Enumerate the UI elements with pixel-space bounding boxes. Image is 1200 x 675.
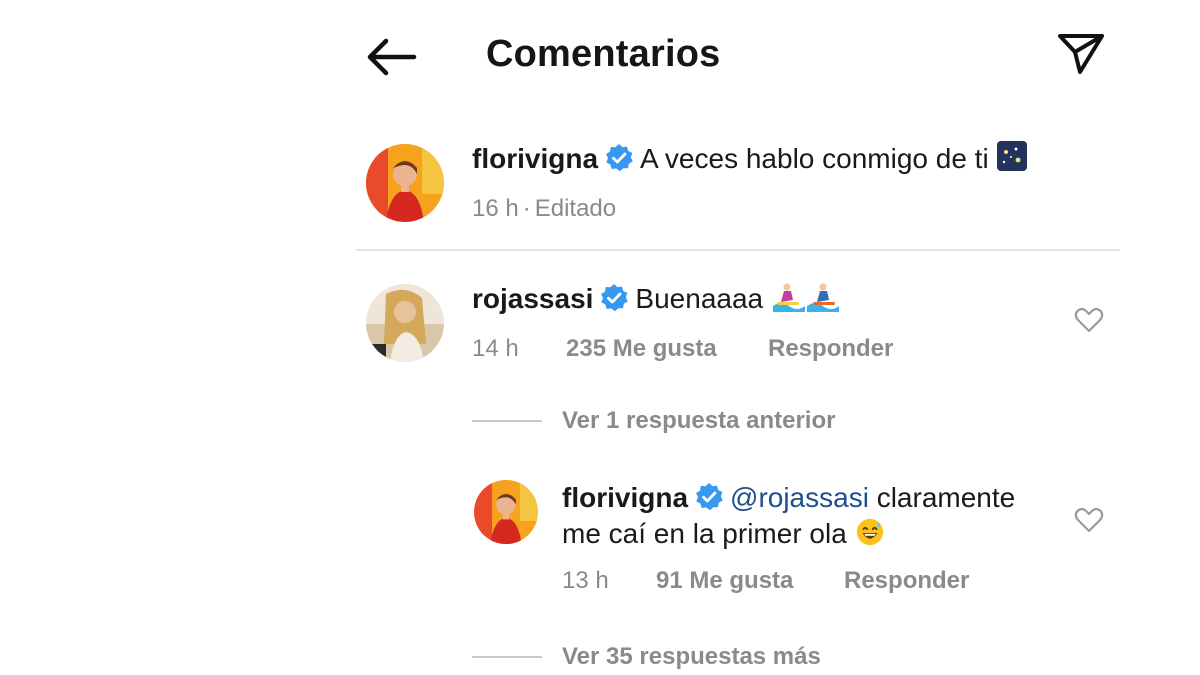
profile-photo <box>366 284 444 362</box>
username[interactable]: florivigna <box>472 143 598 174</box>
reply-button[interactable]: Responder <box>844 566 969 596</box>
paper-plane-icon <box>1058 34 1104 74</box>
verified-badge-icon <box>606 144 633 172</box>
view-replies-label: Ver 1 respuesta anterior <box>562 407 836 434</box>
edited-label: Editado <box>534 195 617 222</box>
mention-link[interactable]: @rojassasi <box>730 482 869 513</box>
verified-badge-icon <box>601 284 629 312</box>
username[interactable]: rojassasi <box>472 283 593 314</box>
share-button[interactable] <box>1054 28 1108 76</box>
verified-badge-icon <box>696 483 723 511</box>
back-button[interactable] <box>362 34 420 80</box>
avatar[interactable] <box>366 144 444 222</box>
timestamp: 14 h <box>472 335 519 362</box>
like-button[interactable] <box>1074 306 1104 334</box>
separator: · <box>522 195 531 222</box>
reply-text: claramente <box>876 482 1016 513</box>
caption-line: florivigna A veces hablo conmigo de ti <box>472 140 1028 177</box>
arrow-left-icon <box>367 38 417 76</box>
page-title: Comentarios <box>486 33 721 75</box>
night-sky-emoji <box>997 141 1028 171</box>
comment-text: Buenaaaa <box>635 283 764 314</box>
avatar[interactable] <box>474 480 538 544</box>
divider-line <box>472 656 542 658</box>
view-previous-replies[interactable]: Ver 1 respuesta anterior <box>472 404 872 438</box>
likes-count[interactable]: 235 Me gusta <box>566 334 717 364</box>
heart-icon <box>1074 507 1104 533</box>
likes-count[interactable]: 91 Me gusta <box>656 566 793 596</box>
view-replies-label: Ver 35 respuestas más <box>562 643 821 670</box>
comments-screen: Comentarios florivigna A veces hablo con… <box>0 0 1200 675</box>
comment-line: rojassasi Buenaaaa <box>472 280 841 317</box>
heart-icon <box>1074 307 1104 333</box>
timestamp: 16 h <box>472 195 519 222</box>
divider-line <box>472 420 542 422</box>
profile-photo <box>366 144 444 222</box>
username[interactable]: florivigna <box>562 482 688 513</box>
like-button[interactable] <box>1074 506 1104 534</box>
reply-line-2: me caí en la primer ola <box>562 516 885 552</box>
timestamp: 13 h <box>562 567 609 594</box>
caption-meta: 16 h · Editado <box>472 194 616 224</box>
reply-button[interactable]: Responder <box>768 334 893 364</box>
divider <box>356 249 1120 251</box>
profile-photo <box>474 480 538 544</box>
caption-text: A veces hablo conmigo de ti <box>640 143 989 174</box>
avatar[interactable] <box>366 284 444 362</box>
view-more-replies[interactable]: Ver 35 respuestas más <box>472 640 872 674</box>
reply-line-1: florivigna @rojassasi claramente <box>562 480 1015 516</box>
surfer-emojis <box>772 283 839 312</box>
reply-text: me caí en la primer ola <box>562 518 847 549</box>
grinning-sweat-emoji <box>856 518 883 546</box>
